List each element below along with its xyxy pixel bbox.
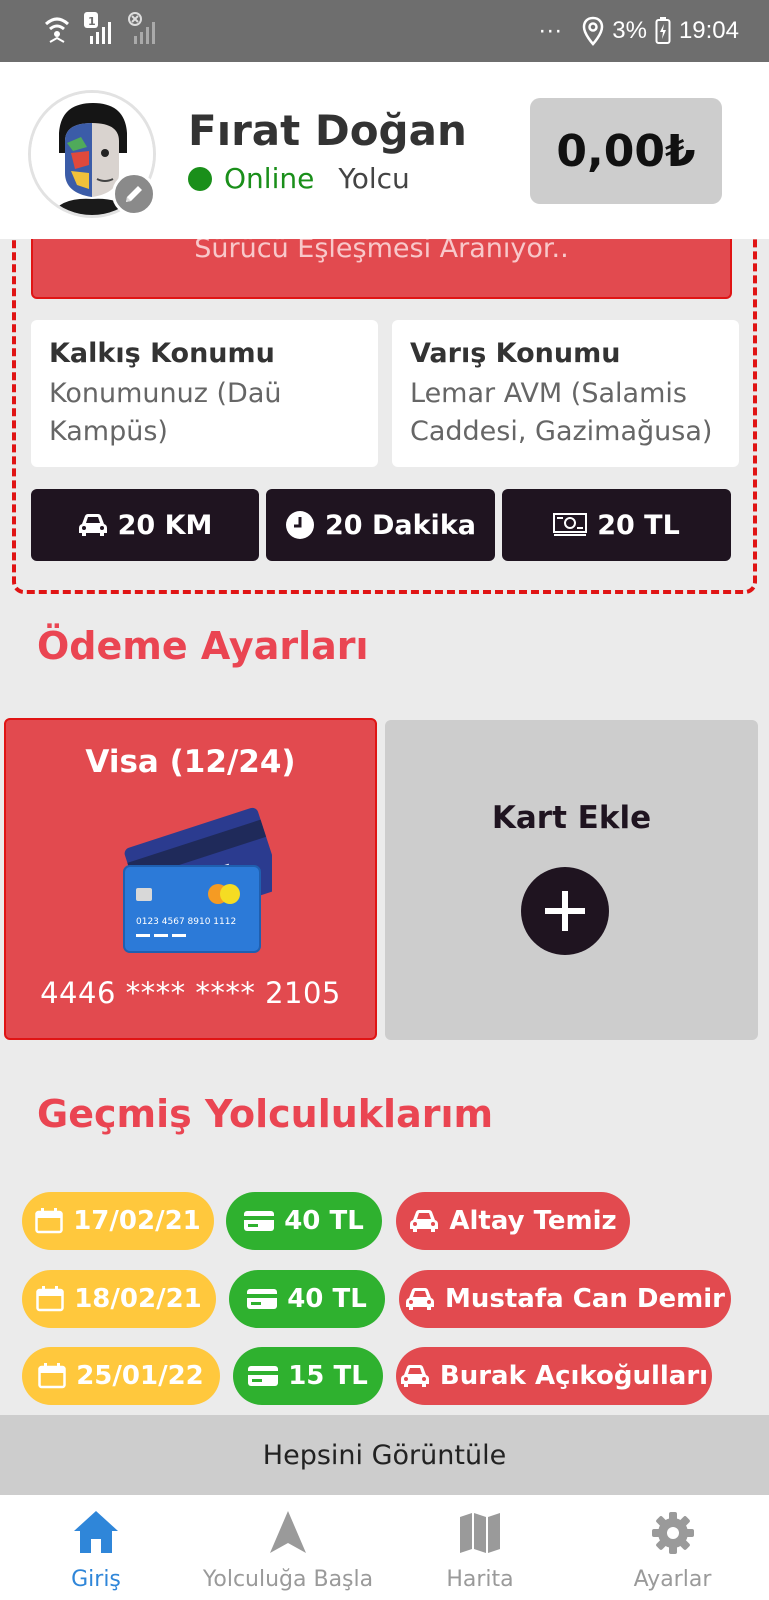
clock: 19:04 bbox=[678, 17, 739, 44]
nav-item-map[interactable]: Harita bbox=[384, 1495, 576, 1600]
car-icon bbox=[78, 514, 107, 536]
ride-history-title: Geçmiş Yolculuklarım bbox=[37, 1092, 494, 1136]
more-indicator: ··· bbox=[538, 17, 563, 44]
battery-percent: 3% bbox=[612, 17, 647, 44]
add-card-tile[interactable]: Kart Ekle bbox=[385, 720, 758, 1040]
departure-card[interactable]: Kalkış Konumu Konumunuz (Daü Kampüs) bbox=[31, 320, 378, 467]
calendar-icon bbox=[35, 1208, 63, 1234]
driver-search-text: Sürücü Eşleşmesi Aranıyor.. bbox=[194, 239, 569, 264]
price-badge: 20 TL bbox=[502, 489, 731, 561]
user-name: Fırat Doğan bbox=[188, 106, 467, 155]
profile-header: Fırat Doğan Online Yolcu 0,00₺ bbox=[0, 62, 769, 239]
user-role: Yolcu bbox=[338, 162, 410, 195]
nav-label-start-ride: Yolculuğa Başla bbox=[202, 1567, 374, 1592]
history-driver-pill[interactable]: Altay Temiz bbox=[396, 1192, 630, 1250]
history-driver: Altay Temiz bbox=[449, 1206, 617, 1236]
plus-icon bbox=[545, 891, 585, 931]
nav-label-settings: Ayarlar bbox=[633, 1567, 712, 1592]
nav-item-settings[interactable]: Ayarlar bbox=[576, 1495, 769, 1600]
payment-card-icon bbox=[247, 1289, 278, 1309]
history-amount-pill: 40 TL bbox=[229, 1270, 385, 1328]
visa-card-name: Visa (12/24) bbox=[85, 744, 296, 780]
map-icon bbox=[460, 1513, 500, 1553]
online-status-dot bbox=[188, 166, 212, 191]
home-icon bbox=[74, 1511, 118, 1553]
credit-card-icon: 0123 4567 8910 1112 bbox=[123, 807, 272, 953]
car-icon bbox=[406, 1288, 434, 1310]
history-driver-pill[interactable]: Burak Açıkoğulları bbox=[396, 1347, 712, 1405]
history-amount: 15 TL bbox=[288, 1361, 368, 1391]
history-amount-pill: 40 TL bbox=[226, 1192, 382, 1250]
status-bar: 1 ··· 3% 19:04 bbox=[0, 0, 769, 62]
visa-card-number: 4446 **** **** 2105 bbox=[40, 976, 341, 1010]
bottom-navigation: Giriş Yolculuğa Başla Harita Ayarlar bbox=[0, 1495, 769, 1600]
distance-value: 20 KM bbox=[117, 509, 213, 541]
clock-icon bbox=[286, 511, 314, 539]
departure-value: Konumunuz (Daü Kampüs) bbox=[49, 378, 282, 447]
card-printed-number: 0123 4567 8910 1112 bbox=[136, 917, 236, 927]
history-amount: 40 TL bbox=[287, 1284, 367, 1314]
money-bill-icon bbox=[553, 513, 588, 536]
signal-sim1-icon: 1 bbox=[84, 12, 111, 44]
duration-badge: 20 Dakika bbox=[266, 489, 495, 561]
history-driver: Mustafa Can Demir bbox=[445, 1284, 725, 1314]
history-date-pill: 18/02/21 bbox=[22, 1270, 216, 1328]
pencil-icon bbox=[126, 186, 142, 202]
add-card-label: Kart Ekle bbox=[491, 800, 652, 836]
car-icon bbox=[410, 1210, 439, 1232]
car-icon bbox=[400, 1365, 429, 1387]
payment-card-icon bbox=[248, 1366, 279, 1386]
payment-card-icon bbox=[244, 1211, 275, 1231]
online-status-label: Online bbox=[224, 162, 315, 195]
wallet-balance[interactable]: 0,00₺ bbox=[530, 98, 722, 204]
destination-card[interactable]: Varış Konumu Lemar AVM (Salamis Caddesi,… bbox=[392, 320, 739, 467]
price-value: 20 TL bbox=[597, 509, 680, 541]
history-driver-pill[interactable]: Mustafa Can Demir bbox=[399, 1270, 731, 1328]
user-status-row: Online Yolcu bbox=[188, 162, 410, 195]
history-driver: Burak Açıkoğulları bbox=[439, 1361, 709, 1391]
nav-label-home: Giriş bbox=[71, 1567, 121, 1592]
calendar-icon bbox=[36, 1286, 64, 1312]
nav-label-map: Harita bbox=[446, 1567, 514, 1592]
add-card-button[interactable] bbox=[521, 867, 609, 955]
destination-value: Lemar AVM (Salamis Caddesi, Gazimağusa) bbox=[410, 378, 713, 447]
driver-search-status: Sürücü Eşleşmesi Aranıyor.. bbox=[31, 239, 732, 299]
history-amount: 40 TL bbox=[284, 1206, 364, 1236]
departure-title: Kalkış Konumu bbox=[49, 338, 275, 369]
nav-item-home[interactable]: Giriş bbox=[0, 1495, 192, 1600]
battery-charging-icon bbox=[655, 17, 671, 44]
location-icon bbox=[582, 16, 604, 46]
history-date: 25/01/22 bbox=[76, 1361, 204, 1391]
edit-avatar-button[interactable] bbox=[112, 172, 156, 216]
history-date: 17/02/21 bbox=[73, 1206, 201, 1236]
history-date-pill: 25/01/22 bbox=[22, 1347, 220, 1405]
history-date-pill: 17/02/21 bbox=[22, 1192, 214, 1250]
duration-value: 20 Dakika bbox=[325, 509, 476, 541]
distance-badge: 20 KM bbox=[31, 489, 259, 561]
svg-text:1: 1 bbox=[88, 15, 96, 28]
payment-settings-title: Ödeme Ayarları bbox=[37, 624, 369, 668]
history-amount-pill: 15 TL bbox=[233, 1347, 383, 1405]
signal-sim2-icon bbox=[128, 12, 155, 44]
view-all-button[interactable]: Hepsini Görüntüle bbox=[0, 1415, 769, 1495]
wifi-icon bbox=[44, 17, 70, 43]
destination-title: Varış Konumu bbox=[410, 338, 621, 369]
gear-icon bbox=[651, 1512, 694, 1554]
visa-card[interactable]: Visa (12/24) 0123 4567 8910 1112 4446 **… bbox=[4, 718, 377, 1040]
navigation-arrow-icon bbox=[270, 1511, 306, 1553]
calendar-icon bbox=[38, 1363, 66, 1389]
nav-item-start-ride[interactable]: Yolculuğa Başla bbox=[192, 1495, 384, 1600]
history-date: 18/02/21 bbox=[74, 1284, 202, 1314]
